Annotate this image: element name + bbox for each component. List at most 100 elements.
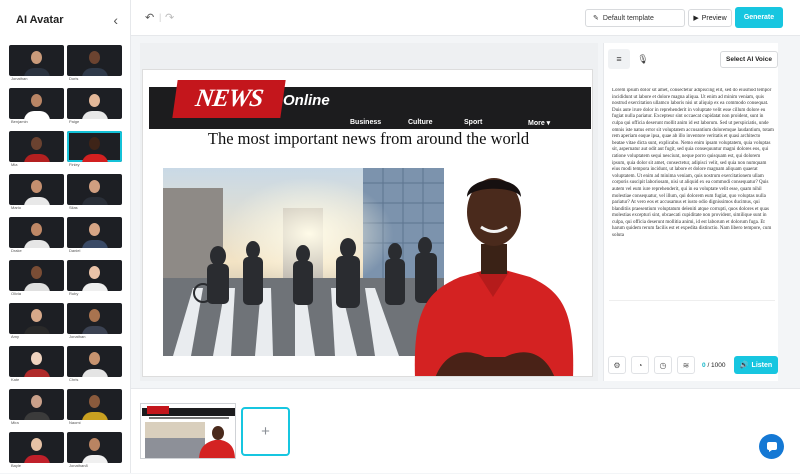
canvas-area: Business Culture Sport More ▾ NEWS Onlin… xyxy=(140,43,598,381)
avatar-torso xyxy=(23,369,50,377)
avatar-option[interactable]: Naomi xyxy=(67,389,122,431)
avatar-thumbnail[interactable] xyxy=(9,432,64,463)
script-text[interactable]: Lorem ipsum dolor sit amet, consectetur … xyxy=(612,88,774,301)
avatar-thumbnail[interactable] xyxy=(67,346,122,377)
generate-button[interactable]: Generate xyxy=(735,7,783,28)
news-logo: NEWS xyxy=(172,80,286,118)
avatar-name: Ruby xyxy=(69,291,79,296)
avatar-face xyxy=(89,438,100,451)
avatar-face xyxy=(31,352,42,365)
avatar-option[interactable]: Jonathan xyxy=(9,45,64,87)
avatar-torso xyxy=(81,326,108,334)
street-photo xyxy=(163,168,444,356)
character-counter: 0 / 1000 xyxy=(702,361,726,369)
speed-gauge-icon[interactable]: ◔ xyxy=(631,356,649,374)
avatar-name: Mia xyxy=(11,162,18,167)
avatar-thumbnail[interactable] xyxy=(67,174,122,205)
avatar-face xyxy=(89,137,100,150)
avatar-face xyxy=(31,180,42,193)
listen-button[interactable]: 🔊 Listen xyxy=(734,356,778,374)
avatar-name: Mario xyxy=(11,205,22,210)
avatar-name: Jonathan xyxy=(11,76,28,81)
template-label: Default template xyxy=(602,14,654,22)
clock-icon[interactable]: ◷ xyxy=(654,356,672,374)
sidebar-title: AI Avatar xyxy=(16,14,64,26)
avatar-thumbnail[interactable] xyxy=(9,303,64,334)
avatar-thumbnail[interactable] xyxy=(67,217,122,248)
avatar-thumbnail[interactable] xyxy=(67,131,122,162)
avatar-option[interactable]: Drake xyxy=(9,217,64,259)
collapse-sidebar-icon[interactable]: ‹ xyxy=(113,12,118,28)
avatar-option[interactable]: Mira xyxy=(9,389,64,431)
avatar-thumbnail[interactable] xyxy=(9,88,64,119)
script-input-area[interactable] xyxy=(609,300,775,348)
avatar-option[interactable]: Paige xyxy=(67,88,122,130)
avatar-option[interactable]: Jonathan8 xyxy=(67,432,122,474)
slide-thumbnail[interactable] xyxy=(140,403,236,459)
avatar-name: Jonathan8 xyxy=(69,463,88,468)
pause-lines-icon[interactable]: ≋ xyxy=(677,356,695,374)
avatar-option[interactable]: Jonathan xyxy=(67,303,122,345)
avatar-option[interactable]: Silas xyxy=(67,174,122,216)
avatar-name: Mira xyxy=(11,420,19,425)
undo-icon[interactable]: ↶ xyxy=(145,11,154,24)
select-ai-voice-button[interactable]: Select AI Voice xyxy=(720,51,778,68)
avatar-name: Finley xyxy=(69,162,80,167)
avatar-option[interactable]: Mia xyxy=(9,131,64,173)
chat-support-button[interactable] xyxy=(759,434,784,459)
avatar-face xyxy=(31,438,42,451)
avatar-option[interactable]: Benjamin xyxy=(9,88,64,130)
preview-button[interactable]: ▶ Preview xyxy=(688,9,732,27)
template-selector[interactable]: ✎ Default template xyxy=(585,9,685,27)
avatar-thumbnail[interactable] xyxy=(67,260,122,291)
avatar-option[interactable]: Mario xyxy=(9,174,64,216)
add-slide-button[interactable]: + xyxy=(241,407,290,456)
avatar-thumbnail[interactable] xyxy=(67,303,122,334)
avatar-thumbnail[interactable] xyxy=(9,217,64,248)
avatar-torso xyxy=(81,412,108,420)
slide-headline: The most important news from around the … xyxy=(207,129,530,148)
avatar-thumbnail[interactable] xyxy=(9,174,64,205)
avatar-thumbnail[interactable] xyxy=(9,45,64,76)
avatar-thumbnail[interactable] xyxy=(67,45,122,76)
avatar-option[interactable]: Finley xyxy=(67,131,122,173)
avatar-face xyxy=(31,395,42,408)
avatar-face xyxy=(31,223,42,236)
avatar-face xyxy=(89,223,100,236)
top-toolbar: ↶ | ↷ ✎ Default template ▶ Preview Gener… xyxy=(131,0,800,36)
avatar-option[interactable]: Daniel xyxy=(67,217,122,259)
avatar-face xyxy=(89,395,100,408)
avatar-torso xyxy=(23,412,50,420)
microphone-tab-icon[interactable]: 🎙 xyxy=(632,49,654,69)
avatar-name: Amy xyxy=(11,334,19,339)
chat-bubble-icon xyxy=(766,441,777,452)
text-script-tab-icon[interactable]: ≡ xyxy=(608,49,630,69)
menu-sport: Sport xyxy=(464,119,483,126)
avatar-thumbnail[interactable] xyxy=(67,432,122,463)
listen-label: Listen xyxy=(751,361,773,369)
redo-icon[interactable]: ↷ xyxy=(165,11,174,24)
avatar-thumbnail[interactable] xyxy=(9,389,64,420)
avatar-option[interactable]: Kate xyxy=(9,346,64,388)
avatar-name: Naomi xyxy=(69,420,81,425)
avatar-face xyxy=(31,137,42,150)
avatar-option[interactable]: Amy xyxy=(9,303,64,345)
avatar-thumbnail[interactable] xyxy=(9,260,64,291)
script-tools: ⚙ ◔ ◷ ≋ 0 / 1000 🔊 Listen xyxy=(608,355,778,375)
avatar-option[interactable]: Bayle xyxy=(9,432,64,474)
gear-icon[interactable]: ⚙ xyxy=(608,356,626,374)
online-logo: Online xyxy=(283,92,330,109)
avatar-option[interactable]: Ruby xyxy=(67,260,122,302)
avatar-thumbnail[interactable] xyxy=(9,346,64,377)
avatar-face xyxy=(89,309,100,322)
avatar-option[interactable]: Doris xyxy=(67,45,122,87)
avatar-option[interactable]: Chris xyxy=(67,346,122,388)
avatar-name: Bayle xyxy=(11,463,22,468)
avatar-thumbnail[interactable] xyxy=(67,88,122,119)
avatar-option[interactable]: Olivia xyxy=(9,260,64,302)
avatar-thumbnail[interactable] xyxy=(9,131,64,162)
ai-avatar-presenter[interactable] xyxy=(405,152,579,376)
avatar-thumbnail[interactable] xyxy=(67,389,122,420)
slide-canvas[interactable]: Business Culture Sport More ▾ NEWS Onlin… xyxy=(142,69,593,377)
avatar-face xyxy=(89,352,100,365)
